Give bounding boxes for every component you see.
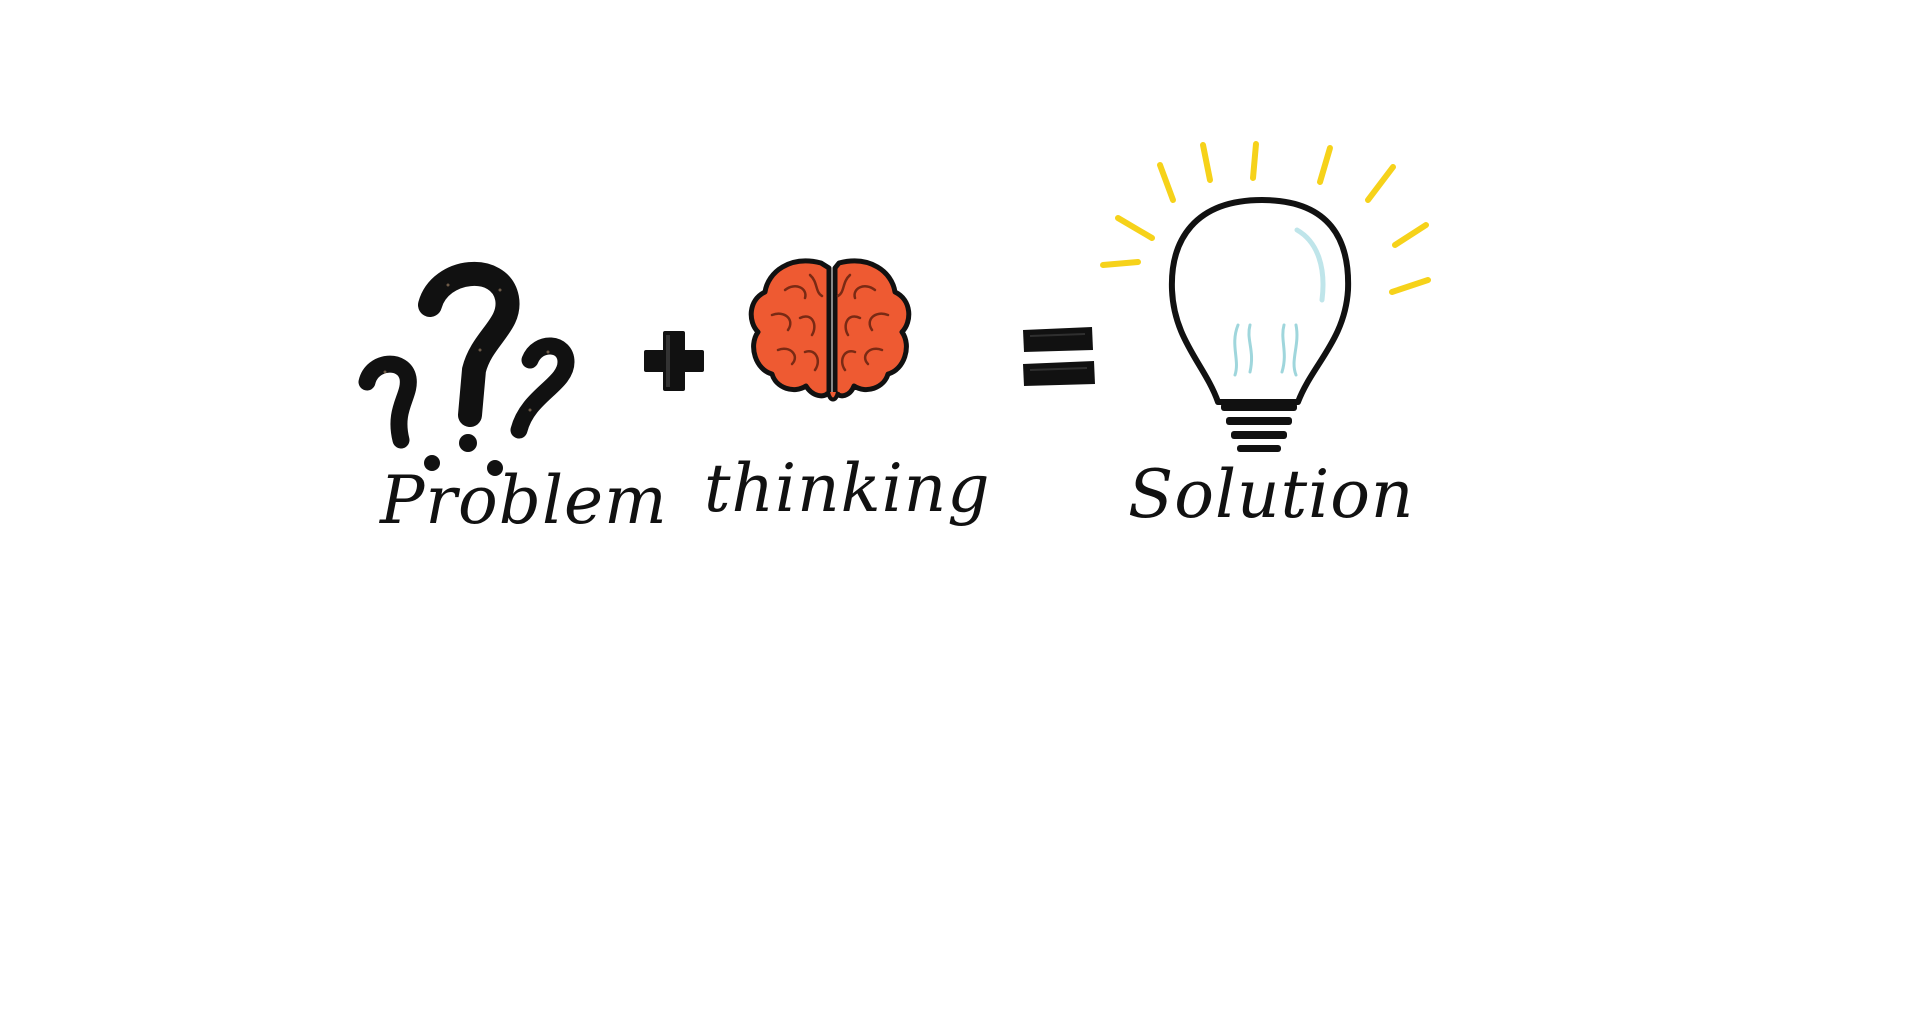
light-bulb-icon xyxy=(1100,141,1431,452)
illustration-canvas: Problem thinking Solution xyxy=(0,0,1920,1030)
brain-icon xyxy=(748,258,912,402)
equals-sign-icon xyxy=(1023,327,1095,386)
plus-sign-icon xyxy=(644,331,704,391)
question-marks-icon xyxy=(358,262,575,476)
thinking-label: thinking xyxy=(704,450,991,527)
problem-label: Problem xyxy=(380,462,668,539)
solution-label: Solution xyxy=(1128,456,1415,533)
